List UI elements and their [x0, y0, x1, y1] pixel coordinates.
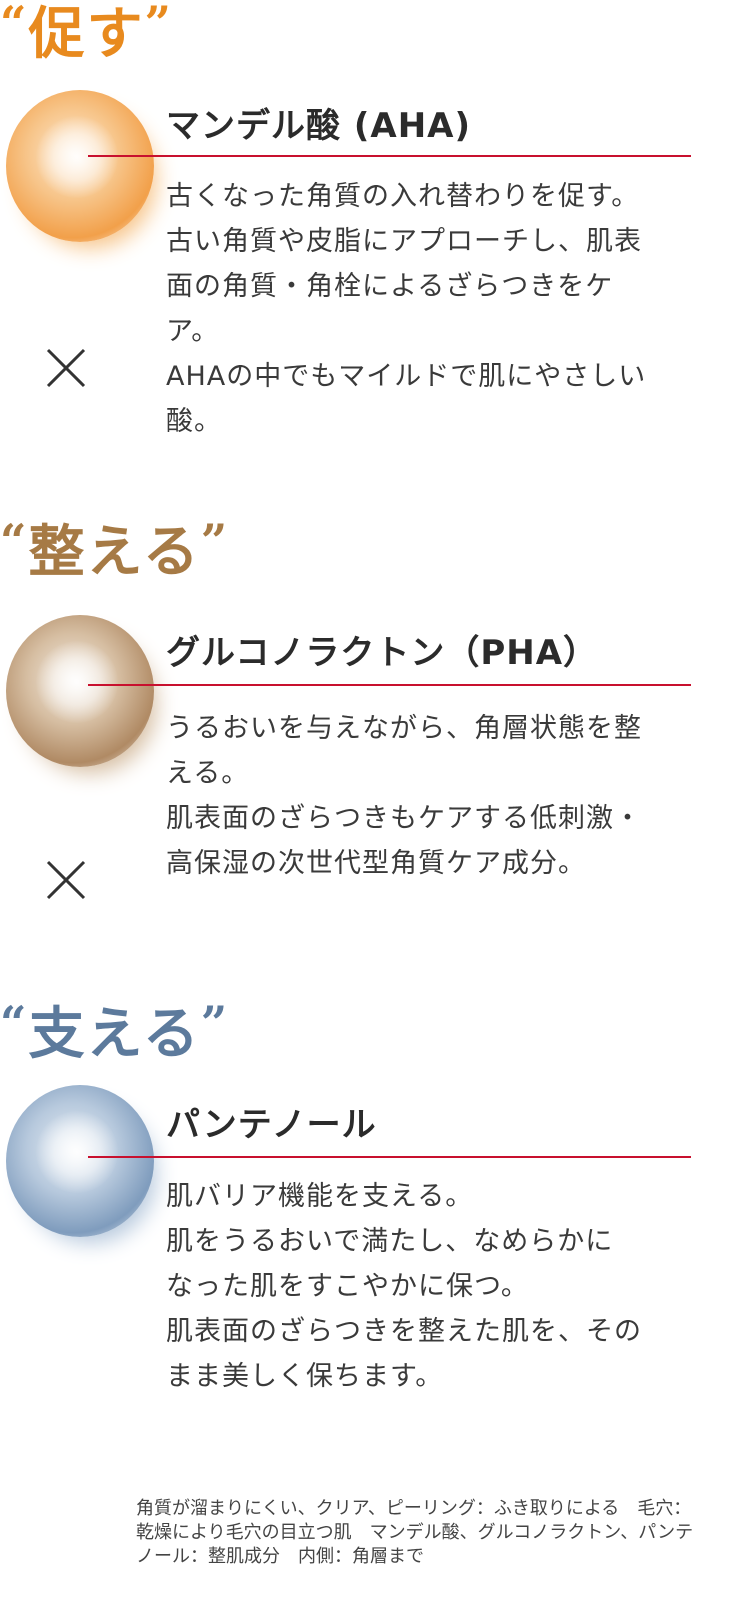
- description-line: うるおいを与えながら、角層状態を整: [166, 713, 642, 744]
- ingredient-description: 古くなった角質の入れ替わりを促す。 古い角質や皮脂にアプローチし、肌表 面の角質…: [166, 174, 686, 444]
- description-line: 肌表面のざらつきもケアする低刺激・: [166, 803, 642, 834]
- section-heading-balance: “整える”: [0, 518, 229, 580]
- ingredient-orb-icon: [6, 1085, 154, 1237]
- times-icon: [46, 348, 86, 388]
- description-line: 古くなった角質の入れ替わりを促す。: [166, 181, 640, 212]
- description-line: 酸。: [166, 406, 222, 437]
- section-heading-text: 支える: [28, 1001, 201, 1067]
- ingredient-description: 肌バリア機能を支える。 肌をうるおいで満たし、なめらかに なった肌をすこやかに保…: [166, 1174, 686, 1399]
- divider-rule: [88, 684, 691, 686]
- times-icon: [46, 860, 86, 900]
- description-line: 古い角質や皮脂にアプローチし、肌表: [166, 226, 642, 257]
- description-line: 面の角質・角栓によるざらつきをケ: [166, 271, 614, 302]
- divider-rule: [88, 155, 691, 157]
- ingredient-orb-icon: [6, 615, 154, 767]
- open-quote: “: [0, 514, 29, 568]
- description-line: AHAの中でもマイルドで肌にやさしい: [166, 361, 647, 392]
- section-heading-support: “支える”: [0, 1000, 229, 1062]
- ingredient-description: うるおいを与えながら、角層状態を整 える。 肌表面のざらつきもケアする低刺激・ …: [166, 706, 686, 886]
- open-quote: “: [0, 996, 29, 1050]
- ingredient-title-mandelic-acid: マンデル酸 (AHA): [166, 106, 471, 146]
- close-quote: ”: [200, 514, 230, 568]
- description-line: 肌バリア機能を支える。: [166, 1181, 474, 1212]
- description-line: 肌をうるおいで満たし、なめらかに: [166, 1226, 614, 1257]
- ingredient-title-panthenol: パンテノール: [166, 1105, 377, 1145]
- description-line: 高保湿の次世代型角質ケア成分。: [166, 848, 586, 879]
- divider-rule: [88, 1156, 691, 1158]
- open-quote: “: [0, 0, 29, 50]
- section-heading-text: 整える: [28, 519, 201, 585]
- section-heading-text: 促す: [28, 1, 145, 67]
- footnote: 角質が溜まりにくい、クリア、ピーリング：ふき取りによる 毛穴：乾燥により毛穴の目…: [136, 1498, 694, 1567]
- description-line: える。: [166, 758, 250, 789]
- close-quote: ”: [144, 0, 173, 50]
- close-quote: ”: [200, 996, 230, 1050]
- section-heading-urge: “促す”: [0, 0, 173, 62]
- description-line: まま美しく保ちます。: [166, 1361, 444, 1392]
- description-line: 肌表面のざらつきを整えた肌を、その: [166, 1316, 642, 1347]
- ingredient-orb-icon: [6, 90, 154, 242]
- description-line: なった肌をすこやかに保つ。: [166, 1271, 529, 1302]
- description-line: ア。: [166, 316, 220, 347]
- ingredient-title-gluconolactone: グルコノラクトン（PHA）: [166, 633, 599, 673]
